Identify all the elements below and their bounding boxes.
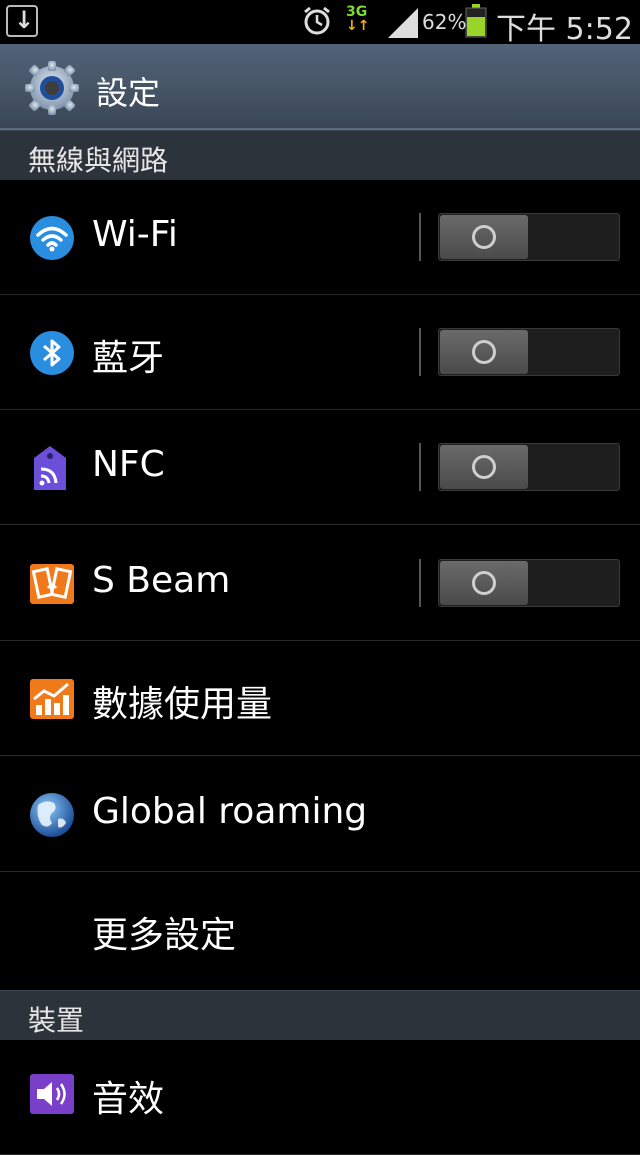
status-bar: 3G ↓↑ 62% 下午 5:52 (0, 0, 640, 47)
item-label: 數據使用量 (92, 684, 273, 725)
sound-icon (30, 1074, 74, 1114)
page-title: 設定 (96, 74, 161, 112)
settings-item-global-roaming[interactable]: Global roaming (0, 757, 640, 872)
nfc-toggle[interactable] (438, 443, 620, 491)
section-title: 無線與網路 (28, 144, 169, 177)
toggle-knob (440, 330, 528, 374)
divider (419, 559, 421, 607)
settings-item-data-usage[interactable]: 數據使用量 (0, 641, 640, 756)
alarm-icon (304, 6, 330, 35)
battery-icon (465, 4, 487, 38)
data-usage-icon (30, 679, 74, 719)
bluetooth-icon (30, 331, 74, 375)
item-label: 音效 (92, 1079, 165, 1120)
item-label: Wi-Fi (92, 214, 178, 255)
settings-item-bluetooth[interactable]: 藍牙 (0, 295, 640, 410)
section-title: 裝置 (28, 1004, 85, 1037)
section-header-wireless: 無線與網路 (0, 130, 640, 180)
divider (419, 328, 421, 376)
divider (419, 443, 421, 491)
item-label: 藍牙 (92, 338, 165, 379)
bluetooth-toggle[interactable] (438, 328, 620, 376)
battery-percent: 62% (422, 10, 467, 34)
toggle-knob (440, 561, 528, 605)
globe-icon (30, 793, 74, 837)
item-label: S Beam (92, 560, 231, 601)
item-label: NFC (92, 444, 165, 485)
wifi-toggle[interactable] (438, 213, 620, 261)
settings-item-wifi[interactable]: Wi-Fi (0, 180, 640, 295)
s-beam-toggle[interactable] (438, 559, 620, 607)
network-3g-icon: 3G ↓↑ (346, 4, 370, 34)
download-icon (6, 5, 38, 37)
section-header-device: 裝置 (0, 990, 640, 1040)
s-beam-icon (30, 564, 74, 604)
toggle-knob (440, 445, 528, 489)
wifi-icon (30, 216, 74, 260)
settings-item-more-settings[interactable]: 更多設定 (0, 872, 640, 987)
item-label: 更多設定 (92, 915, 237, 956)
settings-item-nfc[interactable]: NFC (0, 410, 640, 525)
signal-icon (388, 8, 418, 38)
settings-item-s-beam[interactable]: S Beam (0, 526, 640, 641)
action-bar: 設定 (0, 44, 640, 130)
nfc-icon (34, 446, 66, 490)
item-label: Global roaming (92, 791, 368, 832)
toggle-knob (440, 215, 528, 259)
settings-gear-icon[interactable] (24, 60, 80, 116)
clock: 下午 5:52 (496, 12, 633, 47)
divider (419, 213, 421, 261)
